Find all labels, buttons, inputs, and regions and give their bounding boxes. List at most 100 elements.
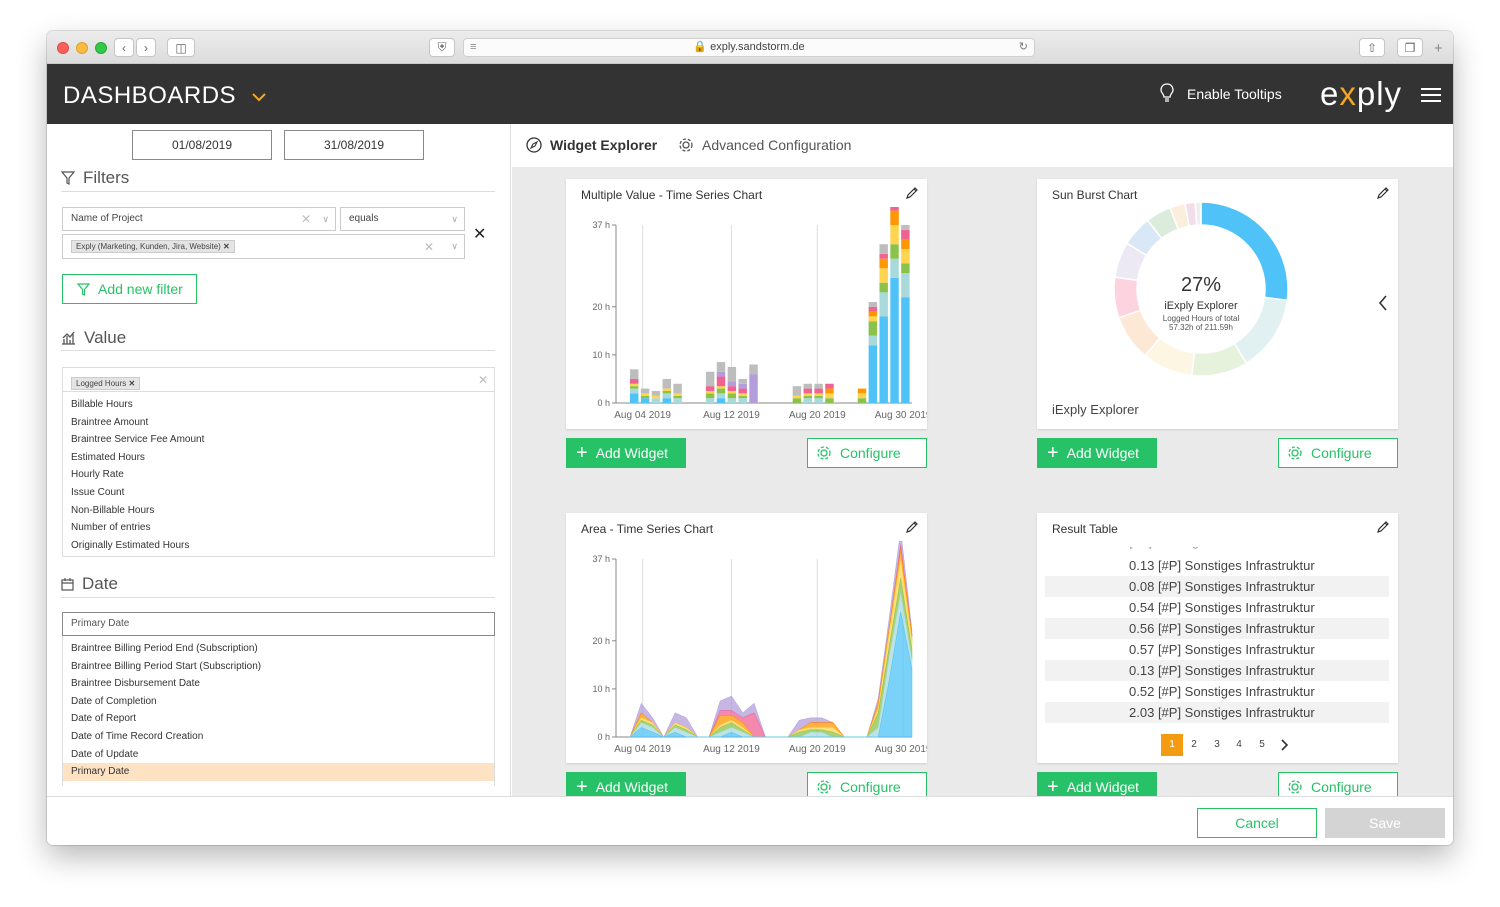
sunburst-slice [1194,201,1202,226]
area-chart: 0 h 10 h 20 h 37 h Aug 04 2019 Aug 12 2019 Aug… [592,541,927,755]
table-row: 0.52 [#P] Sonstiges Infrastruktur [1129,684,1315,699]
date-option[interactable]: Date of Report [63,710,494,728]
date-option[interactable]: Date of Completion [63,693,494,711]
x-tick-label: Aug 12 2019 [703,410,760,421]
bar-segment [749,374,758,403]
widget-title: Area - Time Series Chart [581,522,714,536]
bar-segment [705,393,715,399]
save-button[interactable]: Save [1325,808,1445,838]
area-series [629,541,913,738]
date-option[interactable]: Braintree Billing Period End (Subscripti… [63,640,494,658]
edit-pencil-icon[interactable] [905,186,919,200]
bar-segment [814,393,823,396]
date-select[interactable]: Primary Date Braintree Billing Period En… [62,612,495,786]
date-option[interactable]: Braintree Billing Period Start (Subscrip… [63,658,494,676]
start-date-input[interactable]: 01/08/2019 [132,130,272,160]
value-option[interactable]: Estimated Hours [63,449,494,467]
bar-segment [901,249,910,264]
reader-icon[interactable]: ≡ [470,39,476,56]
back-icon[interactable]: ‹ [114,38,134,57]
page-2-button[interactable]: 2 [1183,734,1205,756]
enable-tooltips-toggle[interactable]: Enable Tooltips [1187,86,1282,102]
value-option[interactable]: Issue Count [63,484,494,502]
end-date-input[interactable]: 31/08/2019 [284,130,424,160]
gear-icon [817,446,831,460]
clear-icon[interactable]: ✕ [478,373,488,387]
date-select-input[interactable]: Primary Date [62,612,495,636]
bar-segment [640,388,650,394]
result-table[interactable]: [#P] Sonstiges Infrastruktur 0.13 [#P] S… [1037,547,1398,727]
bar-segment [825,383,834,389]
configure-button[interactable]: Configure [1278,438,1398,468]
chevron-down-icon: ∨ [322,214,329,224]
remove-chip-icon[interactable]: ✕ [223,242,230,251]
minimize-window-button[interactable] [76,42,88,54]
value-option[interactable]: Non-Billable Hours [63,502,494,520]
table-row: 2.03 [#P] Sonstiges Infrastruktur [1045,702,1389,723]
value-select-input[interactable]: Logged Hours ✕ ✕ [63,368,494,392]
bar-segment [662,393,671,399]
page-3-button[interactable]: 3 [1206,734,1228,756]
clear-icon[interactable]: ✕ [301,208,311,230]
lightbulb-icon [1160,83,1174,102]
bar-segment [879,244,888,254]
reload-icon[interactable]: ↻ [1019,39,1028,56]
date-option[interactable]: Date of Update [63,746,494,764]
filter-field-select[interactable]: Name of Project ✕ ∨ [62,207,336,231]
bar-segment [868,311,878,317]
new-tab-icon[interactable]: + [1434,40,1443,57]
remove-filter-icon[interactable]: ✕ [473,224,486,244]
date-option-selected[interactable]: Primary Date [63,763,494,781]
share-icon[interactable]: ⇧ [1359,38,1385,57]
configure-button[interactable]: Configure [807,438,927,468]
chevron-left-icon[interactable] [1378,295,1388,311]
cancel-button[interactable]: Cancel [1197,808,1317,838]
value-option[interactable]: Braintree Amount [63,414,494,432]
filter-value-select[interactable]: Exply (Marketing, Kunden, Jira, Website)… [62,234,465,259]
page-1-button[interactable]: 1 [1161,734,1183,756]
sidebar-toggle-icon[interactable]: ◫ [167,38,195,57]
tabs-overview-icon[interactable]: ❐ [1397,38,1423,57]
x-tick-label: Aug 04 2019 [614,410,671,421]
add-widget-button[interactable]: + Add Widget [1037,438,1157,468]
page-5-button[interactable]: 5 [1251,734,1273,756]
zoom-window-button[interactable] [95,42,107,54]
value-option[interactable]: Braintree Service Fee Amount [63,431,494,449]
tab-widget-explorer[interactable]: Widget Explorer [526,137,657,153]
value-option[interactable]: Hourly Rate [63,466,494,484]
value-option[interactable]: Number of entries [63,519,494,537]
hamburger-menu-icon[interactable] [1421,87,1441,103]
bar-segment [814,398,823,403]
bar-segment [879,282,888,293]
date-option[interactable]: Braintree Disbursement Date [63,675,494,693]
x-tick-label: Aug 20 2019 [789,744,846,755]
bar-segment [868,335,878,346]
shield-icon[interactable]: ⛨ [429,38,455,57]
chevron-right-icon[interactable] [1281,739,1289,751]
filter-operator-select[interactable]: equals ∨ [340,207,465,231]
page-4-button[interactable]: 4 [1228,734,1250,756]
clear-icon[interactable]: ✕ [424,240,434,254]
add-new-filter-button[interactable]: Add new filter [62,274,197,304]
edit-pencil-icon[interactable] [905,520,919,534]
forward-icon[interactable]: › [136,38,156,57]
dashboards-menu[interactable]: DASHBOARDS [63,82,267,110]
close-window-button[interactable] [57,42,69,54]
remove-chip-icon[interactable]: ✕ [129,379,136,388]
edit-pencil-icon[interactable] [1376,520,1390,534]
chevron-down-icon: ∨ [451,214,458,224]
value-select[interactable]: Logged Hours ✕ ✕ Billable Hours Braintre… [62,367,495,557]
bar-segment [727,381,737,387]
bar-segment [803,395,812,399]
tab-advanced-configuration[interactable]: Advanced Configuration [678,137,851,153]
x-tick-label: Aug 12 2019 [703,744,760,755]
value-option[interactable]: Originally Estimated Hours [63,537,494,555]
bar-segment [738,383,747,389]
add-widget-button[interactable]: + Add Widget [566,438,686,468]
browser-toolbar: ‹ › ◫ ⛨ ≡ 🔒 exply.sandstorm.de ↻ ⇧ ❐ + [47,31,1453,64]
value-option[interactable]: Billable Hours [63,396,494,414]
page-title: DASHBOARDS [63,82,237,109]
address-bar[interactable]: ≡ 🔒 exply.sandstorm.de ↻ [463,38,1035,57]
date-option[interactable]: Date of Time Record Creation [63,728,494,746]
y-tick-label: 10 h [592,684,610,694]
